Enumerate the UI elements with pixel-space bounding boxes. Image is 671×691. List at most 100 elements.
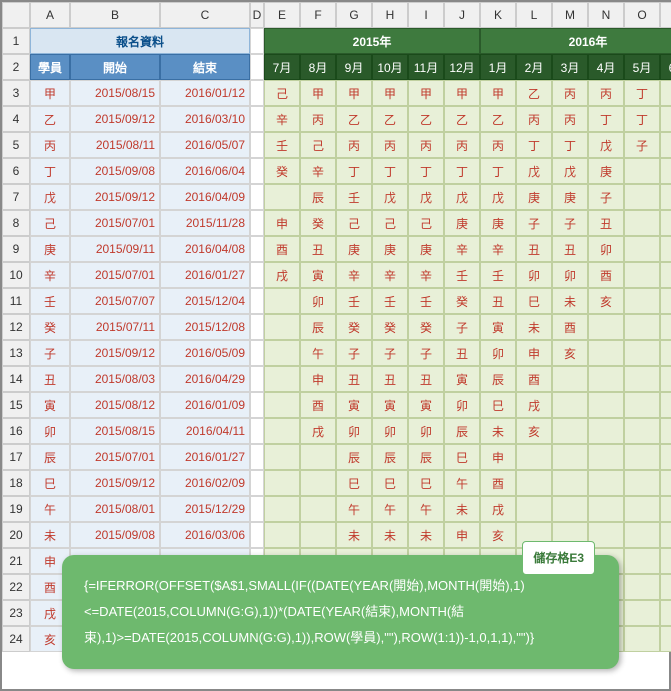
data-18-0[interactable] bbox=[264, 470, 300, 496]
data-4-8[interactable]: 丙 bbox=[552, 106, 588, 132]
data-6-1[interactable]: 辛 bbox=[300, 158, 336, 184]
student-9[interactable]: 庚 bbox=[30, 236, 70, 262]
data-23-11[interactable] bbox=[660, 600, 671, 626]
data-8-11[interactable] bbox=[660, 210, 671, 236]
data-9-6[interactable]: 辛 bbox=[480, 236, 516, 262]
data-6-3[interactable]: 丁 bbox=[372, 158, 408, 184]
student-5[interactable]: 丙 bbox=[30, 132, 70, 158]
end-14[interactable]: 2016/04/29 bbox=[160, 366, 250, 392]
data-3-0[interactable]: 己 bbox=[264, 80, 300, 106]
data-5-4[interactable]: 丙 bbox=[408, 132, 444, 158]
end-11[interactable]: 2015/12/04 bbox=[160, 288, 250, 314]
data-16-0[interactable] bbox=[264, 418, 300, 444]
student-6[interactable]: 丁 bbox=[30, 158, 70, 184]
data-9-8[interactable]: 丑 bbox=[552, 236, 588, 262]
row-11[interactable]: 11 bbox=[2, 288, 30, 314]
data-13-6[interactable]: 卯 bbox=[480, 340, 516, 366]
start-10[interactable]: 2015/07/01 bbox=[70, 262, 160, 288]
data-3-2[interactable]: 甲 bbox=[336, 80, 372, 106]
data-9-5[interactable]: 辛 bbox=[444, 236, 480, 262]
row-21[interactable]: 21 bbox=[2, 548, 30, 574]
data-23-10[interactable] bbox=[624, 600, 660, 626]
data-17-7[interactable] bbox=[516, 444, 552, 470]
data-5-7[interactable]: 丁 bbox=[516, 132, 552, 158]
end-4[interactable]: 2016/03/10 bbox=[160, 106, 250, 132]
data-19-3[interactable]: 午 bbox=[372, 496, 408, 522]
end-12[interactable]: 2015/12/08 bbox=[160, 314, 250, 340]
data-6-7[interactable]: 戊 bbox=[516, 158, 552, 184]
row-14[interactable]: 14 bbox=[2, 366, 30, 392]
data-5-6[interactable]: 丙 bbox=[480, 132, 516, 158]
data-18-4[interactable]: 巳 bbox=[408, 470, 444, 496]
data-3-3[interactable]: 甲 bbox=[372, 80, 408, 106]
data-11-2[interactable]: 壬 bbox=[336, 288, 372, 314]
start-16[interactable]: 2015/08/15 bbox=[70, 418, 160, 444]
data-17-4[interactable]: 辰 bbox=[408, 444, 444, 470]
data-3-7[interactable]: 乙 bbox=[516, 80, 552, 106]
data-17-10[interactable] bbox=[624, 444, 660, 470]
data-9-11[interactable] bbox=[660, 236, 671, 262]
data-7-10[interactable] bbox=[624, 184, 660, 210]
data-14-6[interactable]: 辰 bbox=[480, 366, 516, 392]
data-15-1[interactable]: 酉 bbox=[300, 392, 336, 418]
data-6-0[interactable]: 癸 bbox=[264, 158, 300, 184]
row-2[interactable]: 2 bbox=[2, 54, 30, 80]
data-14-2[interactable]: 丑 bbox=[336, 366, 372, 392]
data-15-5[interactable]: 卯 bbox=[444, 392, 480, 418]
data-15-4[interactable]: 寅 bbox=[408, 392, 444, 418]
data-15-2[interactable]: 寅 bbox=[336, 392, 372, 418]
data-5-10[interactable]: 子 bbox=[624, 132, 660, 158]
row-24[interactable]: 24 bbox=[2, 626, 30, 652]
data-12-5[interactable]: 子 bbox=[444, 314, 480, 340]
data-4-3[interactable]: 乙 bbox=[372, 106, 408, 132]
student-12[interactable]: 癸 bbox=[30, 314, 70, 340]
data-18-11[interactable] bbox=[660, 470, 671, 496]
data-7-6[interactable]: 戊 bbox=[480, 184, 516, 210]
data-17-2[interactable]: 辰 bbox=[336, 444, 372, 470]
data-18-1[interactable] bbox=[300, 470, 336, 496]
row-8[interactable]: 8 bbox=[2, 210, 30, 236]
data-11-0[interactable] bbox=[264, 288, 300, 314]
data-15-6[interactable]: 巳 bbox=[480, 392, 516, 418]
data-15-10[interactable] bbox=[624, 392, 660, 418]
data-14-4[interactable]: 丑 bbox=[408, 366, 444, 392]
data-12-1[interactable]: 辰 bbox=[300, 314, 336, 340]
data-24-10[interactable] bbox=[624, 626, 660, 652]
start-6[interactable]: 2015/09/08 bbox=[70, 158, 160, 184]
data-20-4[interactable]: 未 bbox=[408, 522, 444, 548]
end-10[interactable]: 2016/01/27 bbox=[160, 262, 250, 288]
col-I[interactable]: I bbox=[408, 2, 444, 28]
data-3-1[interactable]: 甲 bbox=[300, 80, 336, 106]
start-3[interactable]: 2015/08/15 bbox=[70, 80, 160, 106]
data-20-5[interactable]: 申 bbox=[444, 522, 480, 548]
data-15-7[interactable]: 戌 bbox=[516, 392, 552, 418]
row-1[interactable]: 1 bbox=[2, 28, 30, 54]
data-16-1[interactable]: 戌 bbox=[300, 418, 336, 444]
row-15[interactable]: 15 bbox=[2, 392, 30, 418]
data-17-0[interactable] bbox=[264, 444, 300, 470]
data-9-9[interactable]: 卯 bbox=[588, 236, 624, 262]
data-15-8[interactable] bbox=[552, 392, 588, 418]
col-E[interactable]: E bbox=[264, 2, 300, 28]
data-7-4[interactable]: 戊 bbox=[408, 184, 444, 210]
data-3-4[interactable]: 甲 bbox=[408, 80, 444, 106]
data-19-11[interactable] bbox=[660, 496, 671, 522]
data-12-7[interactable]: 未 bbox=[516, 314, 552, 340]
data-6-6[interactable]: 丁 bbox=[480, 158, 516, 184]
student-11[interactable]: 壬 bbox=[30, 288, 70, 314]
student-15[interactable]: 寅 bbox=[30, 392, 70, 418]
student-4[interactable]: 乙 bbox=[30, 106, 70, 132]
data-13-10[interactable] bbox=[624, 340, 660, 366]
data-13-0[interactable] bbox=[264, 340, 300, 366]
data-20-11[interactable] bbox=[660, 522, 671, 548]
data-12-11[interactable] bbox=[660, 314, 671, 340]
data-4-0[interactable]: 辛 bbox=[264, 106, 300, 132]
data-3-8[interactable]: 丙 bbox=[552, 80, 588, 106]
student-8[interactable]: 己 bbox=[30, 210, 70, 236]
data-12-6[interactable]: 寅 bbox=[480, 314, 516, 340]
data-8-0[interactable]: 申 bbox=[264, 210, 300, 236]
data-8-7[interactable]: 子 bbox=[516, 210, 552, 236]
data-12-4[interactable]: 癸 bbox=[408, 314, 444, 340]
data-19-6[interactable]: 戌 bbox=[480, 496, 516, 522]
data-17-5[interactable]: 巳 bbox=[444, 444, 480, 470]
